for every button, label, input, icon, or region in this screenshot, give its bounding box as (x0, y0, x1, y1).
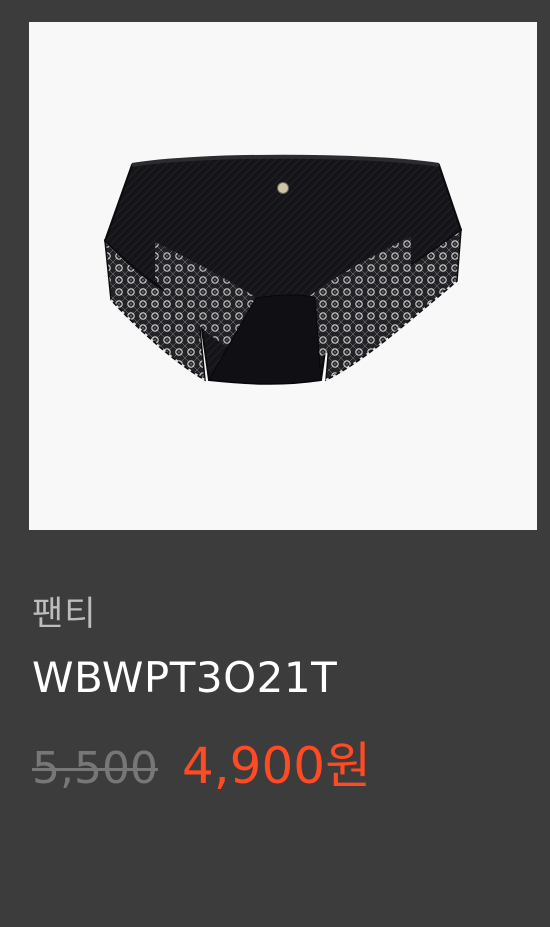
price-row: 5,500 4,900원 (32, 736, 371, 796)
product-category: 팬티 (32, 594, 97, 634)
sale-price: 4,900원 (181, 737, 372, 795)
panty-illustration (103, 154, 463, 385)
original-price: 5,500 (32, 743, 158, 794)
product-card[interactable]: 팬티 WBWPT3O21T 5,500 4,900원 (0, 0, 550, 927)
product-image[interactable] (29, 22, 537, 530)
product-name[interactable]: WBWPT3O21T (32, 652, 337, 704)
